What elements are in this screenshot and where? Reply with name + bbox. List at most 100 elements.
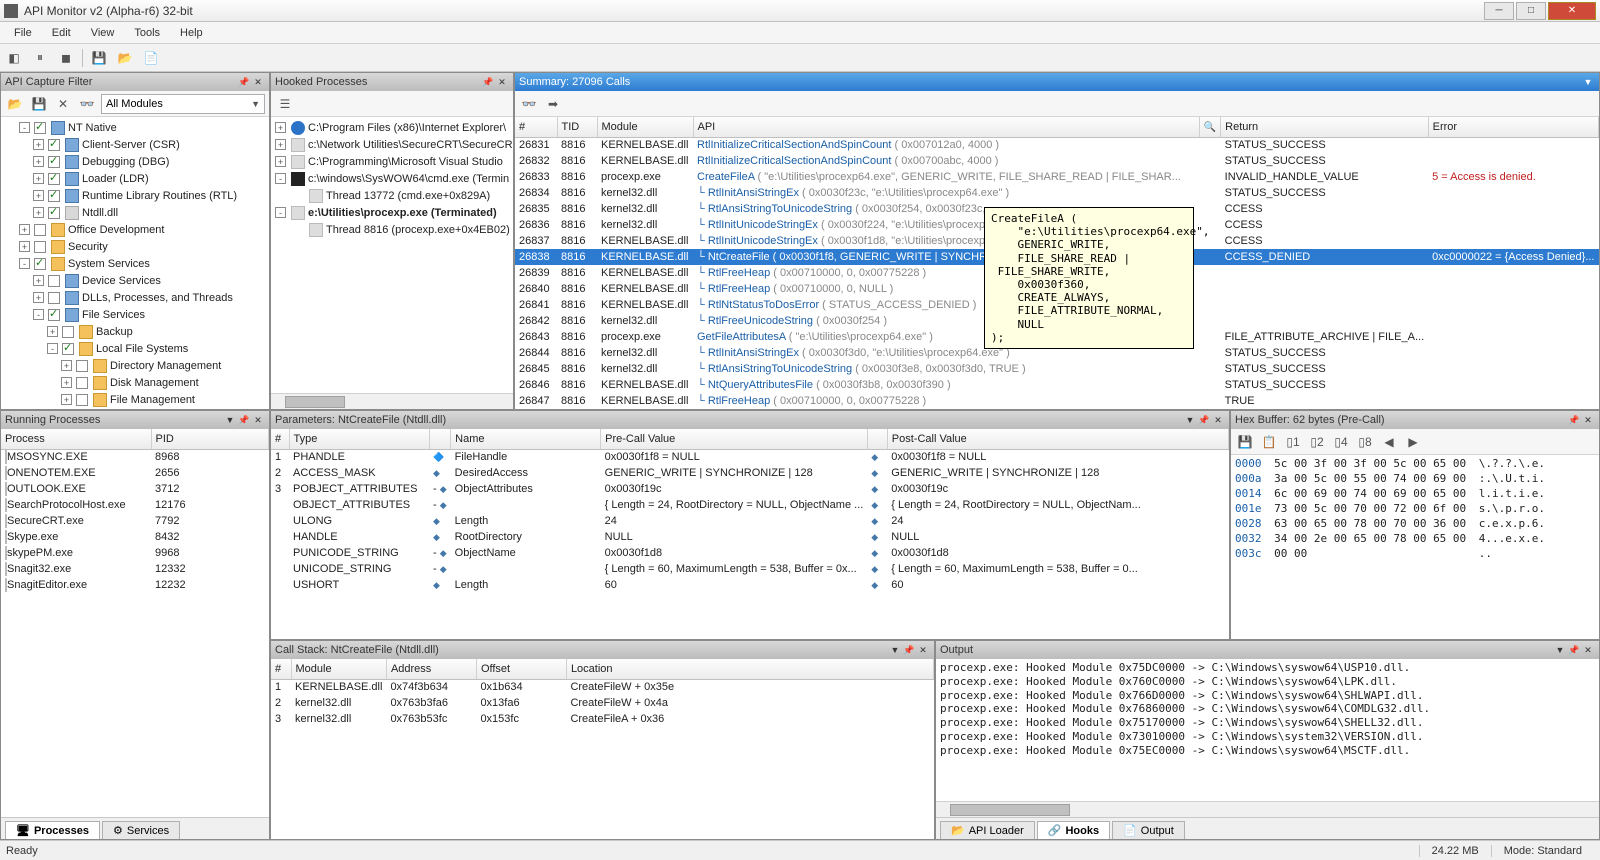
tab-services[interactable]: ⚙Services — [102, 821, 180, 839]
filter-tree-item[interactable]: -NT Native — [1, 119, 269, 136]
summary-row[interactable]: 268468816KERNELBASE.dll└ NtQueryAttribut… — [515, 377, 1599, 393]
horizontal-scrollbar[interactable] — [936, 801, 1599, 817]
filter-tree-item[interactable]: +Office Development — [1, 221, 269, 238]
filter-tree-item[interactable]: +Client-Server (CSR) — [1, 136, 269, 153]
pin-icon[interactable]: 📌 — [1567, 643, 1581, 657]
close-pane-icon[interactable]: ✕ — [916, 643, 930, 657]
pin-icon[interactable]: 📌 — [902, 643, 916, 657]
checkbox[interactable] — [48, 275, 60, 287]
maximize-button[interactable]: □ — [1516, 2, 1546, 20]
pre-icon[interactable]: ◀ — [1379, 432, 1399, 452]
summary-row[interactable]: 268348816kernel32.dll└ RtlInitAnsiString… — [515, 185, 1599, 201]
close-pane-icon[interactable]: ✕ — [251, 413, 265, 427]
hooked-process-item[interactable]: Thread 8816 (procexp.exe+0x4EB02) — [271, 221, 513, 238]
search-icon[interactable] — [1204, 121, 1216, 133]
save-icon[interactable]: 💾 — [1235, 432, 1255, 452]
horizontal-scrollbar[interactable] — [271, 393, 513, 409]
pin-icon[interactable]: 📌 — [1197, 413, 1211, 427]
expand-icon[interactable]: + — [33, 156, 44, 167]
save-icon[interactable]: 💾 — [29, 94, 49, 114]
process-row[interactable]: MSOSYNC.EXE8968 — [1, 449, 269, 465]
hooked-process-item[interactable]: +c:\Network Utilities\SecureCRT\SecureCR — [271, 136, 513, 153]
toolbar-doc-icon[interactable]: 📄 — [141, 48, 161, 68]
callstack-row[interactable]: 3kernel32.dll0x763b53fc0x153fcCreateFile… — [271, 711, 934, 727]
expand-icon[interactable]: - — [275, 173, 286, 184]
toolbar-save-icon[interactable]: 💾 — [89, 48, 109, 68]
dropdown-icon[interactable]: ▼ — [1553, 643, 1567, 657]
copy-icon[interactable]: 📋 — [1259, 432, 1279, 452]
post-icon[interactable]: ▶ — [1403, 432, 1423, 452]
filter-tree-item[interactable]: -File Services — [1, 306, 269, 323]
delete-icon[interactable]: ✕ — [53, 94, 73, 114]
filter-tree-item[interactable]: +File Management — [1, 391, 269, 408]
dropdown-icon[interactable]: ▼ — [888, 643, 902, 657]
process-row[interactable]: SnagitEditor.exe12232 — [1, 577, 269, 593]
param-row[interactable]: PUNICODE_STRING- ◆ObjectName0x0030f1d8◆0… — [271, 545, 1229, 561]
checkbox[interactable] — [48, 156, 60, 168]
process-row[interactable]: ONENOTEM.EXE2656 — [1, 465, 269, 481]
filter-tree-item[interactable]: +Debugging (DBG) — [1, 153, 269, 170]
param-row[interactable]: 3POBJECT_ATTRIBUTES- ◆ObjectAttributes0x… — [271, 481, 1229, 497]
expand-icon[interactable]: + — [275, 122, 286, 133]
menu-file[interactable]: File — [4, 25, 42, 41]
checkbox[interactable] — [48, 207, 60, 219]
expand-icon[interactable]: + — [19, 241, 30, 252]
dropdown-icon[interactable]: ▼ — [223, 413, 237, 427]
filter-tree-item[interactable]: +Ntdll.dll — [1, 204, 269, 221]
toolbar-stop-icon[interactable]: ◼ — [56, 48, 76, 68]
filter-tree-item[interactable]: +Backup — [1, 323, 269, 340]
checkbox[interactable] — [76, 360, 88, 372]
checkbox[interactable] — [34, 258, 46, 270]
checkbox[interactable] — [48, 309, 60, 321]
hooked-process-item[interactable]: -e:\Utilities\procexp.exe (Terminated) — [271, 204, 513, 221]
filter-tree-item[interactable]: +Security — [1, 238, 269, 255]
summary-row[interactable]: 268338816procexp.exeCreateFileA ( "e:\Ut… — [515, 169, 1599, 185]
open-folder-icon[interactable]: 📂 — [5, 94, 25, 114]
process-list-icon[interactable]: ☰ — [275, 94, 295, 114]
process-row[interactable]: SecureCRT.exe7792 — [1, 513, 269, 529]
close-pane-icon[interactable]: ✕ — [251, 75, 265, 89]
expand-icon[interactable]: + — [33, 173, 44, 184]
expand-icon[interactable]: + — [61, 377, 72, 388]
pin-icon[interactable]: 📌 — [237, 413, 251, 427]
checkbox[interactable] — [62, 326, 74, 338]
tab-hooks[interactable]: 🔗Hooks — [1037, 821, 1110, 839]
expand-icon[interactable]: + — [275, 156, 286, 167]
param-row[interactable]: HANDLE ◆RootDirectoryNULL◆NULL — [271, 529, 1229, 545]
hooked-process-item[interactable]: +C:\Program Files (x86)\Internet Explore… — [271, 119, 513, 136]
expand-icon[interactable]: + — [47, 326, 58, 337]
expand-icon[interactable]: + — [33, 292, 44, 303]
expand-icon[interactable]: - — [33, 309, 44, 320]
expand-icon[interactable]: + — [33, 139, 44, 150]
close-pane-icon[interactable]: ✕ — [495, 75, 509, 89]
filter-tree-item[interactable]: +Directory Management — [1, 357, 269, 374]
expand-icon[interactable]: + — [61, 360, 72, 371]
pin-icon[interactable]: 📌 — [1567, 413, 1581, 427]
checkbox[interactable] — [76, 377, 88, 389]
dropdown-icon[interactable]: ▼ — [1581, 75, 1595, 89]
process-row[interactable]: Skype.exe8432 — [1, 529, 269, 545]
checkbox[interactable] — [62, 343, 74, 355]
param-row[interactable]: 1PHANDLE 🔷FileHandle0x0030f1f8 = NULL◆0x… — [271, 449, 1229, 465]
expand-icon[interactable]: + — [33, 207, 44, 218]
minimize-button[interactable]: ─ — [1484, 2, 1514, 20]
filter-tree-item[interactable]: +DLLs, Processes, and Threads — [1, 289, 269, 306]
expand-icon[interactable]: - — [19, 258, 30, 269]
expand-icon[interactable]: + — [275, 139, 286, 150]
expand-icon[interactable]: - — [47, 343, 58, 354]
pin-icon[interactable]: 📌 — [237, 75, 251, 89]
summary-row[interactable]: 268328816KERNELBASE.dllRtlInitializeCrit… — [515, 153, 1599, 169]
col4-icon[interactable]: ▯4 — [1331, 432, 1351, 452]
toolbar-monitor-icon[interactable]: ◧ — [4, 48, 24, 68]
process-row[interactable]: skypePM.exe9968 — [1, 545, 269, 561]
hooked-process-item[interactable]: Thread 13772 (cmd.exe+0x829A) — [271, 187, 513, 204]
checkbox[interactable] — [34, 122, 46, 134]
param-row[interactable]: UNICODE_STRING- ◆{ Length = 60, MaximumL… — [271, 561, 1229, 577]
process-row[interactable]: SearchProtocolHost.exe12176 — [1, 497, 269, 513]
callstack-row[interactable]: 1KERNELBASE.dll0x74f3b6340x1b634CreateFi… — [271, 679, 934, 695]
close-pane-icon[interactable]: ✕ — [1211, 413, 1225, 427]
expand-icon[interactable]: + — [33, 275, 44, 286]
checkbox[interactable] — [48, 292, 60, 304]
checkbox[interactable] — [34, 224, 46, 236]
menu-view[interactable]: View — [81, 25, 125, 41]
